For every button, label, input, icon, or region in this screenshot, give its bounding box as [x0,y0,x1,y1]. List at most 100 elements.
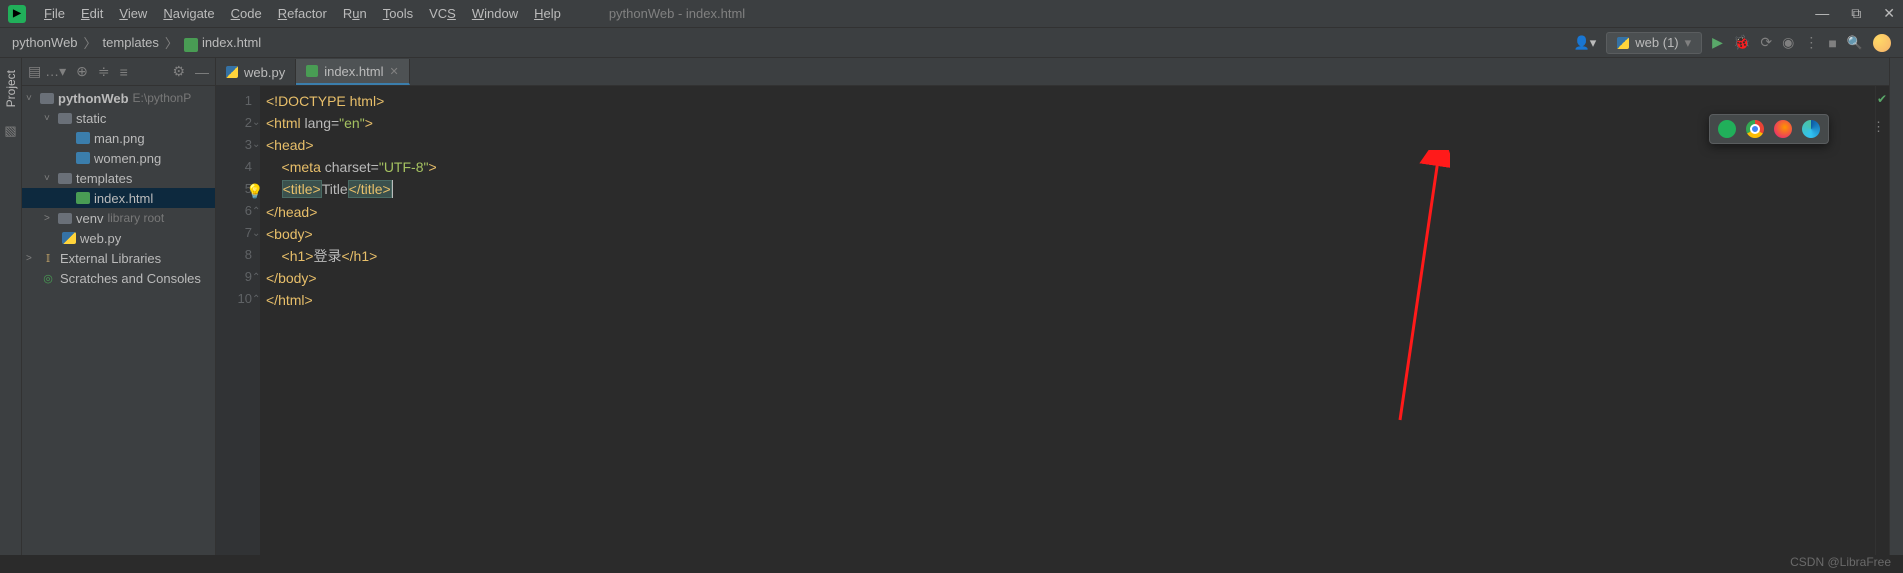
menu-file[interactable]: File [36,6,73,21]
menu-run[interactable]: Run [335,6,375,21]
editor-body[interactable]: 1 2 3 4 5 6 7 8 9 10 💡 <!DOCTYPE html> ⌄… [216,86,1889,555]
line-number: 4 [216,156,252,178]
breadcrumb-file[interactable]: index.html [202,35,261,50]
fold-icon[interactable]: ⌄ [252,134,260,156]
tab-label: web.py [244,65,285,80]
gear-icon[interactable]: ⚙ [172,63,185,80]
project-toolwindow-button[interactable]: Project [4,64,18,113]
user-icon[interactable]: 👤▾ [1574,35,1597,51]
folder-icon [58,113,72,124]
tree-label: web.py [80,231,121,246]
project-tree: ˅ pythonWeb E:\pythonP ˅ static man.png … [22,86,215,288]
watermark: CSDN @LibraFree [1790,555,1891,569]
menu-edit[interactable]: Edit [73,6,111,21]
breadcrumb-folder[interactable]: templates [103,35,159,50]
tab-web-py[interactable]: web.py [216,59,296,85]
close-button[interactable]: ✕ [1883,5,1895,22]
tree-node-external-libraries[interactable]: ˃ 𝕀 External Libraries [22,248,215,268]
menu-vcs[interactable]: VCS [421,6,464,21]
chevron-down-icon[interactable]: ˅ [26,93,40,104]
close-tab-icon[interactable]: ✕ [389,65,398,78]
code-text: <body> [266,226,313,242]
breadcrumb-sep-icon: 〉 [84,33,97,52]
tree-node-venv[interactable]: ˃ venv library root [22,208,215,228]
tree-node-index-html[interactable]: index.html [22,188,215,208]
project-dropdown-icon[interactable]: ▤ …▾ [28,63,66,80]
expand-icon[interactable]: ≑ [98,63,110,80]
stop-button[interactable]: ■ [1828,35,1836,51]
code-text: "en" [339,115,365,131]
chrome-icon[interactable] [1746,120,1764,138]
code-text: </title> [348,180,392,198]
image-file-icon [76,132,90,144]
fold-icon[interactable]: ⌃ [252,267,260,289]
tab-index-html[interactable]: index.html ✕ [296,59,409,85]
code-text: </body> [266,270,317,286]
menu-help[interactable]: Help [526,6,569,21]
menu-navigate[interactable]: Navigate [155,6,222,21]
line-number: 9 [216,266,252,288]
menu-tools[interactable]: Tools [375,6,421,21]
open-in-browser-popup [1709,114,1829,144]
code-text: lang= [305,115,340,131]
menu-refactor[interactable]: Refactor [270,6,335,21]
folder-icon [40,93,54,104]
run-button[interactable]: ▶ [1712,34,1723,51]
code-text: Title [322,181,348,197]
error-stripe[interactable]: ✔ [1875,86,1889,555]
line-number: 7 [216,222,252,244]
fold-icon[interactable]: ⌄ [252,112,260,134]
run-config-selector[interactable]: web (1) ▾ [1606,32,1702,54]
chevron-right-icon[interactable]: ˃ [44,213,58,224]
account-avatar[interactable] [1873,34,1891,52]
profile-button[interactable]: ◉ [1782,34,1794,51]
debug-button[interactable]: 🐞 [1733,34,1750,51]
chevron-down-icon[interactable]: ˅ [44,113,58,124]
fold-icon[interactable]: ⌄ [252,223,260,245]
breadcrumb-sep-icon: 〉 [165,33,178,52]
menu-view[interactable]: View [111,6,155,21]
minimize-button[interactable]: — [1815,5,1829,22]
tree-label: pythonWeb [58,91,129,106]
code-text: > [365,115,373,131]
line-gutter: 1 2 3 4 5 6 7 8 9 10 💡 [216,86,260,555]
editor-options-icon[interactable]: ⋮ [1872,119,1885,135]
chevron-down-icon[interactable]: ˅ [44,173,58,184]
menu-code[interactable]: Code [223,6,270,21]
python-file-icon [226,66,238,78]
maximize-button[interactable]: ⧉ [1851,5,1861,22]
structure-toolwindow-icon[interactable]: ▧ [4,123,16,139]
folder-icon [58,173,72,184]
code-text: <head> [266,137,314,153]
tree-node-static[interactable]: ˅ static [22,108,215,128]
tree-node-women-png[interactable]: women.png [22,148,215,168]
library-icon: 𝕀 [40,251,56,265]
hide-icon[interactable]: — [195,64,209,80]
menu-window[interactable]: Window [464,6,526,21]
chevron-right-icon[interactable]: ˃ [26,253,40,264]
code-text: <!DOCTYPE html> [266,93,384,109]
tree-node-root[interactable]: ˅ pythonWeb E:\pythonP [22,88,215,108]
left-toolstrip: Project ▧ [0,58,22,555]
fold-icon[interactable]: ⌃ [252,289,260,311]
code-area[interactable]: <!DOCTYPE html> ⌄<html lang="en"> ⌄<head… [260,86,1875,555]
tree-node-templates[interactable]: ˅ templates [22,168,215,188]
search-icon[interactable]: 🔍 [1847,35,1863,51]
editor-area: web.py index.html ✕ 1 2 3 4 5 6 7 8 9 10… [216,58,1889,555]
tree-node-scratches[interactable]: ˃ ◎ Scratches and Consoles [22,268,215,288]
editor-tabs: web.py index.html ✕ [216,58,1889,86]
firefox-icon[interactable] [1774,120,1792,138]
window-controls: — ⧉ ✕ [1815,5,1895,22]
fold-icon[interactable]: ⌃ [252,201,260,223]
edge-icon[interactable] [1802,120,1820,138]
locate-icon[interactable]: ⊕ [76,63,88,80]
coverage-button[interactable]: ⟳ [1760,34,1772,51]
tree-node-man-png[interactable]: man.png [22,128,215,148]
collapse-icon[interactable]: ≡ [120,64,128,80]
image-file-icon [76,152,90,164]
window-title: pythonWeb - index.html [609,6,745,21]
code-text: "UTF-8" [379,159,429,175]
breadcrumb-root[interactable]: pythonWeb [12,35,78,50]
tree-node-webpy[interactable]: web.py [22,228,215,248]
builtin-preview-icon[interactable] [1718,120,1736,138]
